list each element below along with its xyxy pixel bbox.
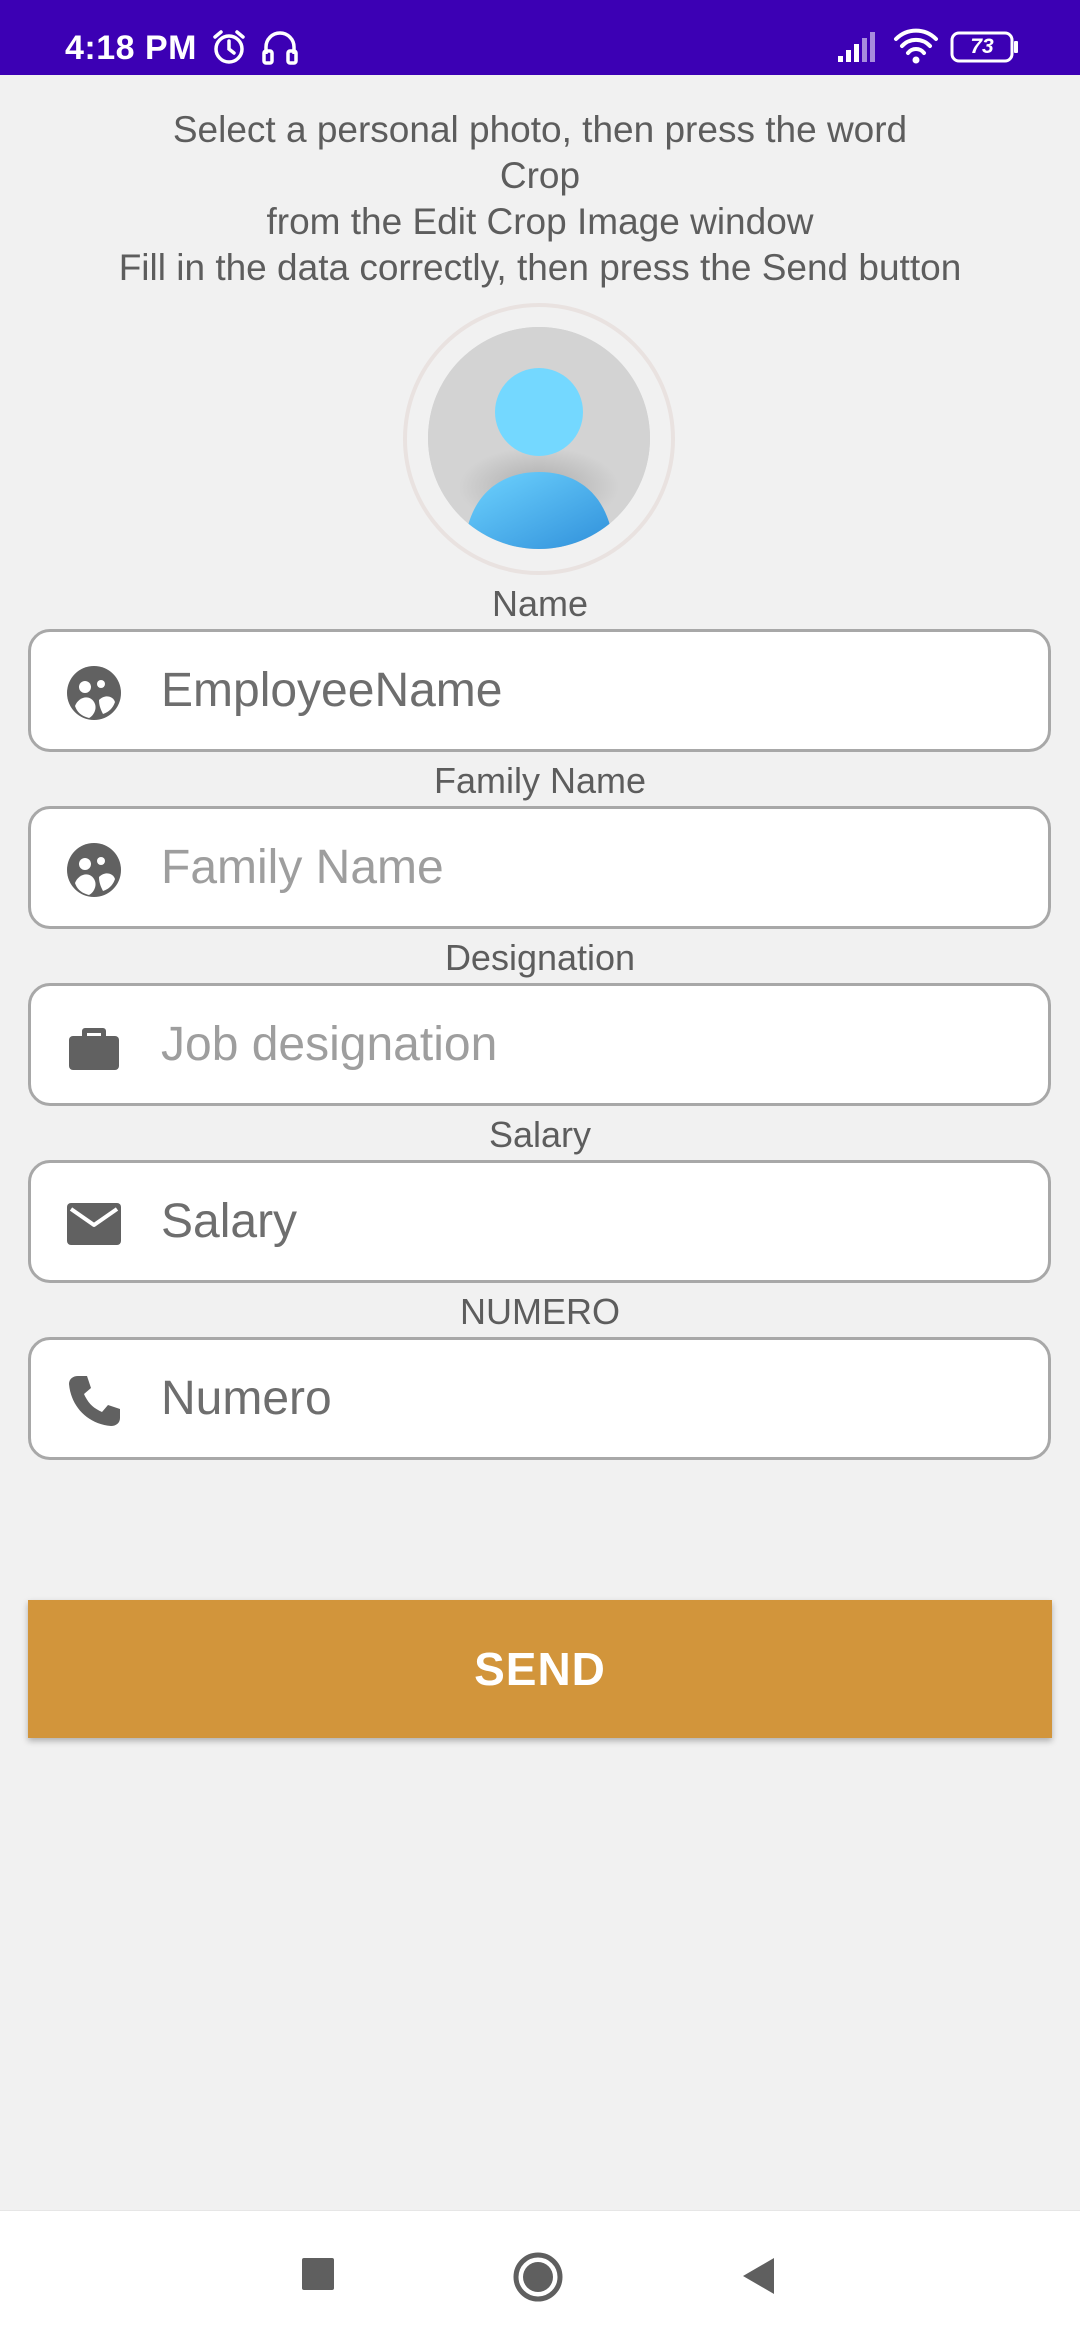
instruction-line: Select a personal photo, then press the … bbox=[172, 109, 908, 150]
screen: 4:18 PM 73 Select a personal photo, then… bbox=[0, 0, 1080, 2340]
instruction-line: from the Edit Crop Image window bbox=[266, 201, 814, 242]
send-button[interactable]: SEND bbox=[28, 1600, 1052, 1738]
status-time: 4:18 PM bbox=[65, 29, 197, 67]
recent-apps-icon[interactable] bbox=[300, 2256, 336, 2292]
employee-name-input[interactable] bbox=[161, 632, 1021, 749]
instructions: Select a personal photo, then press the … bbox=[0, 107, 1080, 291]
person-avatar-icon bbox=[428, 327, 650, 549]
mail-icon bbox=[67, 1203, 121, 1245]
designation-field[interactable] bbox=[28, 983, 1051, 1106]
salary-field[interactable] bbox=[28, 1160, 1051, 1283]
back-icon[interactable] bbox=[740, 2256, 778, 2296]
name-label: Name bbox=[491, 583, 589, 624]
face-icon bbox=[67, 843, 121, 897]
designation-input[interactable] bbox=[161, 986, 1021, 1103]
battery-level: 73 bbox=[970, 35, 994, 58]
phone-icon bbox=[69, 1376, 120, 1426]
family-name-label: Family Name bbox=[433, 760, 647, 801]
headset-icon bbox=[262, 31, 298, 65]
family-name-field[interactable] bbox=[28, 806, 1051, 929]
briefcase-icon bbox=[69, 1028, 119, 1070]
avatar-photo-picker[interactable] bbox=[428, 327, 650, 549]
status-bar: 4:18 PM 73 bbox=[0, 0, 1080, 75]
numero-label: NUMERO bbox=[460, 1291, 620, 1332]
salary-label: Salary bbox=[488, 1114, 592, 1155]
instruction-line: Fill in the data correctly, then press t… bbox=[118, 247, 962, 288]
face-icon bbox=[67, 666, 121, 720]
signal-icon bbox=[838, 32, 875, 62]
instruction-line: Crop bbox=[499, 155, 581, 196]
numero-field[interactable] bbox=[28, 1337, 1051, 1460]
designation-label: Designation bbox=[444, 937, 636, 978]
salary-input[interactable] bbox=[161, 1163, 1021, 1280]
family-name-input[interactable] bbox=[161, 809, 1021, 926]
alarm-icon bbox=[213, 30, 245, 64]
employee-name-field[interactable] bbox=[28, 629, 1051, 752]
home-icon[interactable] bbox=[512, 2251, 564, 2303]
wifi-icon bbox=[894, 28, 938, 64]
numero-input[interactable] bbox=[161, 1340, 1021, 1457]
navigation-bar bbox=[0, 2210, 1080, 2340]
